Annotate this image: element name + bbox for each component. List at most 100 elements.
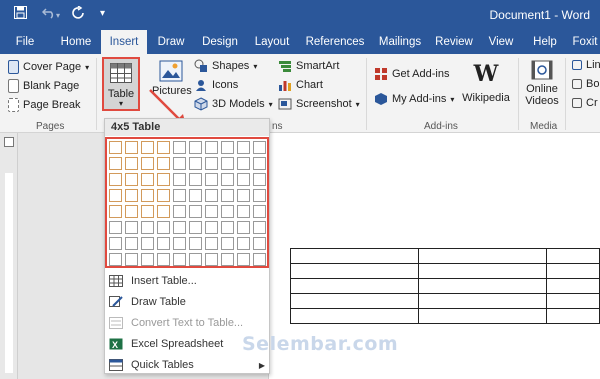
grid-cell[interactable] [189,221,202,234]
grid-cell[interactable] [205,237,218,250]
redo-icon[interactable] [72,5,86,23]
grid-cell[interactable] [109,157,122,170]
grid-cell[interactable] [205,221,218,234]
insert-table-menu-item[interactable]: Insert Table... [109,271,197,291]
excel-spreadsheet-menu-item[interactable]: X Excel Spreadsheet [109,334,223,354]
tab-draw[interactable]: Draw [151,30,191,54]
grid-cell[interactable] [109,173,122,186]
grid-cell[interactable] [109,221,122,234]
grid-cell[interactable] [253,221,266,234]
grid-cell[interactable] [253,173,266,186]
grid-cell[interactable] [157,253,170,266]
grid-cell[interactable] [109,253,122,266]
grid-cell[interactable] [237,157,250,170]
grid-cell[interactable] [125,173,138,186]
save-icon[interactable] [14,6,27,22]
grid-cell[interactable] [173,157,186,170]
table-cell[interactable] [418,293,547,309]
chart-button[interactable]: Chart [278,78,323,92]
table-cell[interactable] [290,248,419,264]
grid-cell[interactable] [189,237,202,250]
table-cell[interactable] [290,308,419,324]
shapes-button[interactable]: Shapes ▾ [194,59,257,73]
grid-cell[interactable] [125,189,138,202]
grid-cell[interactable] [125,157,138,170]
grid-cell[interactable] [253,157,266,170]
grid-cell[interactable] [221,189,234,202]
grid-cell[interactable] [221,157,234,170]
tab-file[interactable]: File [8,30,42,54]
online-videos-button[interactable]: Online Videos [522,60,562,107]
table-cell[interactable] [546,308,600,324]
grid-cell[interactable] [141,205,154,218]
screenshot-button[interactable]: Screenshot ▾ [278,97,360,111]
table-cell[interactable] [546,278,600,294]
grid-cell[interactable] [205,189,218,202]
tab-view[interactable]: View [484,30,518,54]
grid-cell[interactable] [141,253,154,266]
grid-cell[interactable] [173,253,186,266]
tab-insert[interactable]: Insert [101,30,147,54]
grid-cell[interactable] [253,189,266,202]
grid-cell[interactable] [205,173,218,186]
grid-cell[interactable] [205,157,218,170]
grid-cell[interactable] [173,141,186,154]
grid-cell[interactable] [157,189,170,202]
grid-cell[interactable] [157,221,170,234]
table-cell[interactable] [546,248,600,264]
grid-cell[interactable] [253,237,266,250]
smartart-button[interactable]: SmartArt [278,59,339,73]
grid-cell[interactable] [253,141,266,154]
grid-cell[interactable] [157,173,170,186]
grid-cell[interactable] [125,221,138,234]
grid-cell[interactable] [189,189,202,202]
grid-cell[interactable] [253,253,266,266]
grid-cell[interactable] [157,141,170,154]
tab-foxit[interactable]: Foxit [570,30,600,54]
grid-cell[interactable] [173,173,186,186]
grid-cell[interactable] [189,141,202,154]
grid-cell[interactable] [221,237,234,250]
table-cell[interactable] [546,263,600,279]
grid-cell[interactable] [221,253,234,266]
tab-layout[interactable]: Layout [250,30,294,54]
grid-cell[interactable] [173,189,186,202]
grid-cell[interactable] [205,141,218,154]
tab-selector[interactable] [4,137,14,147]
cross-reference-button[interactable]: Cr [572,97,598,109]
grid-cell[interactable] [125,205,138,218]
grid-cell[interactable] [109,205,122,218]
grid-cell[interactable] [237,237,250,250]
grid-cell[interactable] [237,221,250,234]
my-addins-button[interactable]: My Add-ins ▾ [374,92,454,106]
bookmark-button[interactable]: Bo [572,78,599,90]
grid-cell[interactable] [109,237,122,250]
grid-cell[interactable] [221,221,234,234]
quick-tables-menu-item[interactable]: Quick Tables ▶ [109,355,265,375]
page-break-button[interactable]: Page Break [8,98,80,112]
tab-help[interactable]: Help [528,30,562,54]
grid-cell[interactable] [237,173,250,186]
grid-cell[interactable] [189,173,202,186]
customize-toolbar-icon[interactable]: ▾ [100,8,105,19]
grid-cell[interactable] [221,141,234,154]
cover-page-button[interactable]: Cover Page ▾ [8,60,89,74]
grid-cell[interactable] [157,205,170,218]
tab-home[interactable]: Home [54,30,98,54]
grid-cell[interactable] [141,173,154,186]
grid-cell[interactable] [125,253,138,266]
wikipedia-button[interactable]: W Wikipedia [462,62,510,104]
convert-text-menu-item[interactable]: Convert Text to Table... [109,313,243,333]
grid-cell[interactable] [237,205,250,218]
grid-cell[interactable] [141,141,154,154]
grid-cell[interactable] [109,141,122,154]
grid-cell[interactable] [125,237,138,250]
undo-icon[interactable] [41,6,56,22]
draw-table-menu-item[interactable]: Draw Table [109,292,186,312]
icons-button[interactable]: Icons [194,78,238,92]
undo-dropdown-icon[interactable]: ▾ [56,11,60,20]
grid-cell[interactable] [173,237,186,250]
table-cell[interactable] [418,308,547,324]
grid-cell[interactable] [157,237,170,250]
table-cell[interactable] [290,263,419,279]
